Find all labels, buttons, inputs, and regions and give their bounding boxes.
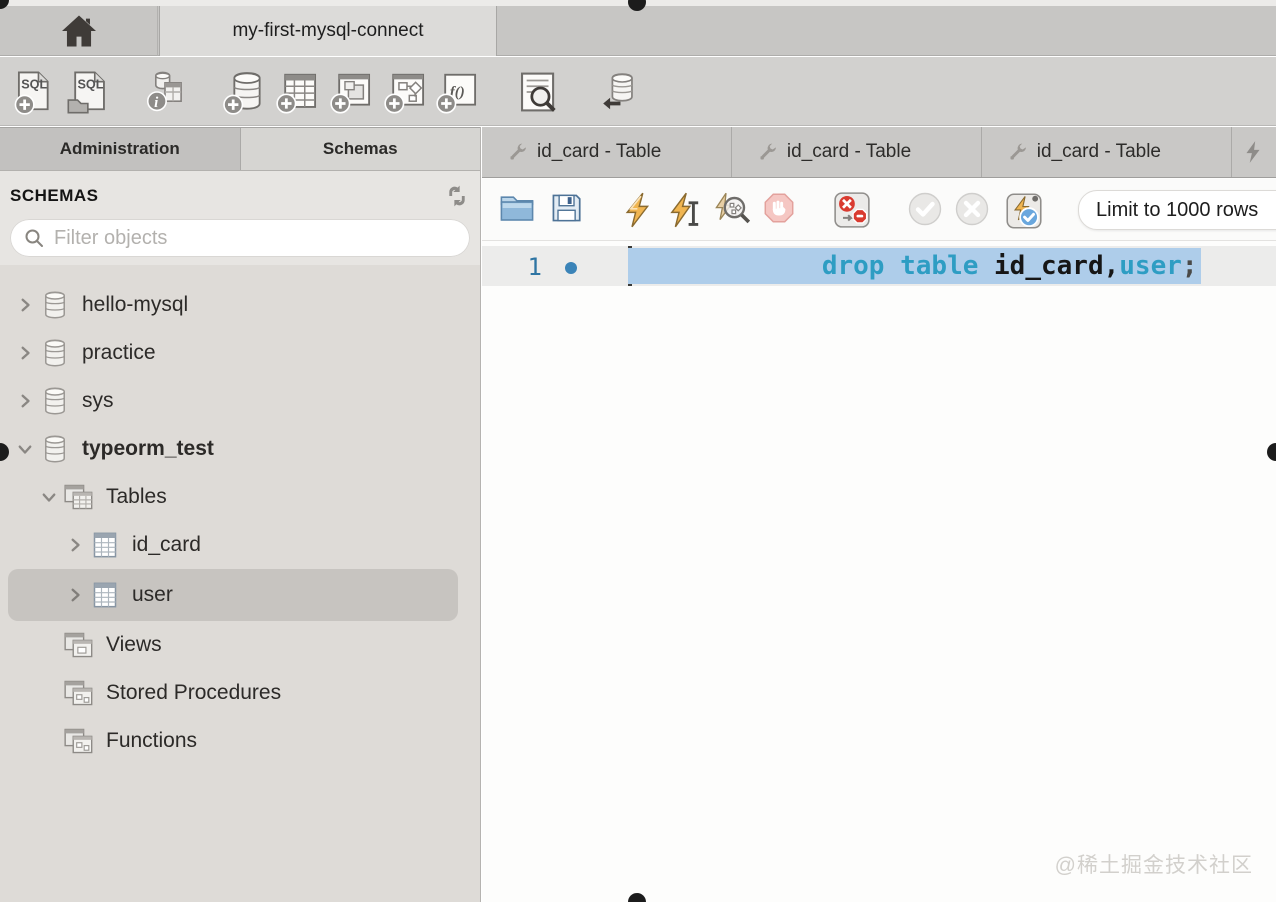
- table-icon: [88, 581, 122, 609]
- sql-punctuation: ;: [1181, 251, 1198, 281]
- connection-tab-my-first-mysql-connect[interactable]: my-first-mysql-connect: [159, 6, 497, 56]
- filter-objects-input[interactable]: [54, 226, 456, 250]
- stop-icon[interactable]: [763, 192, 795, 224]
- query-tab-label: id_card - Table: [1036, 141, 1161, 162]
- wrench-icon: [508, 142, 528, 162]
- open-sql-script-icon[interactable]: SQL: [66, 69, 112, 115]
- row-limit-label: Limit to 1000 rows: [1096, 198, 1259, 221]
- sql-keyword: user: [1119, 251, 1182, 281]
- wrench-icon: [758, 142, 778, 162]
- create-view-icon[interactable]: [330, 69, 376, 115]
- tree-item-label: Functions: [106, 729, 198, 752]
- watermark: @稀土掘金技术社区: [1054, 854, 1253, 877]
- sql-code-area[interactable]: 1 drop table id_card,user;: [482, 242, 1276, 902]
- tree-item-views[interactable]: Views: [0, 621, 480, 669]
- sidebar: Administration Schemas SCHEMAS hello: [0, 127, 481, 902]
- tree-item-stored-procedures[interactable]: Stored Procedures: [0, 669, 480, 717]
- tree-item-sys[interactable]: sys: [0, 377, 480, 425]
- save-icon[interactable]: [550, 192, 582, 224]
- new-sql-tab-icon[interactable]: SQL: [12, 69, 58, 115]
- sql-editor-area: id_card - Table id_card - Table id_card …: [482, 127, 1276, 902]
- tree-item-label: practice: [82, 341, 156, 364]
- tables-folder-icon: [62, 483, 96, 511]
- sql-keyword: drop table: [821, 251, 995, 281]
- query-tab-bar: id_card - Table id_card - Table id_card …: [482, 127, 1276, 178]
- views-folder-icon: [62, 631, 96, 659]
- refresh-icon[interactable]: [446, 185, 468, 207]
- create-table-icon[interactable]: [276, 69, 322, 115]
- schema-icon: [38, 434, 72, 464]
- sql-identifier: id_card,: [994, 251, 1120, 281]
- svg-text:SQL: SQL: [21, 78, 47, 92]
- create-procedure-icon[interactable]: [384, 69, 430, 115]
- query-tab-2[interactable]: id_card - Table: [732, 127, 982, 177]
- tab-schemas[interactable]: Schemas: [240, 128, 480, 170]
- inspector-icon[interactable]: i: [142, 69, 188, 115]
- tree-item-practice[interactable]: practice: [0, 329, 480, 377]
- tab-administration[interactable]: Administration: [0, 128, 241, 170]
- schema-icon: [38, 386, 72, 416]
- svg-text:SQL: SQL: [78, 78, 104, 92]
- tab-schemas-label: Schemas: [322, 139, 398, 158]
- bolt-icon: [1244, 140, 1262, 164]
- tree-item-label: Views: [106, 633, 162, 656]
- tree-item-label: id_card: [132, 533, 201, 556]
- main-toolbar: SQL SQL i f(): [0, 57, 1276, 126]
- search-data-icon[interactable]: [514, 69, 560, 115]
- tree-item-label: user: [132, 583, 173, 606]
- tab-administration-label: Administration: [59, 139, 180, 158]
- current-line-highlight: 1 drop table id_card,user;: [482, 246, 1276, 286]
- tree-item-typeorm-test[interactable]: typeorm_test: [0, 425, 480, 473]
- connection-tab-label: my-first-mysql-connect: [232, 20, 424, 41]
- statement-marker-dot: [565, 262, 577, 274]
- tree-item-label: typeorm_test: [82, 437, 214, 460]
- open-file-icon[interactable]: [499, 192, 535, 224]
- query-tab-1[interactable]: id_card - Table: [482, 127, 732, 177]
- tree-item-tables[interactable]: Tables: [0, 473, 480, 521]
- tree-item-label: sys: [82, 389, 114, 412]
- tree-item-label: hello-mysql: [82, 293, 189, 316]
- table-icon: [88, 531, 122, 559]
- schemas-panel-header: SCHEMAS: [0, 171, 480, 265]
- filter-objects-box: [10, 219, 470, 257]
- schema-icon: [38, 338, 72, 368]
- query-tab-label: id_card - Table: [537, 141, 662, 162]
- mysql-workbench-window: my-first-mysql-connect SQL SQL i f() Adm…: [0, 0, 1276, 902]
- create-function-icon[interactable]: f(): [436, 69, 482, 115]
- query-tab-4-partial[interactable]: [1232, 127, 1276, 177]
- chevron-right-icon[interactable]: [62, 538, 88, 552]
- tree-item-user[interactable]: user: [8, 569, 458, 621]
- chevron-right-icon[interactable]: [12, 394, 38, 408]
- sidebar-tab-bar: Administration Schemas: [0, 127, 480, 171]
- schema-tree: hello-mysql practice sys typeorm_test Ta: [0, 265, 480, 902]
- create-schema-icon[interactable]: [222, 69, 268, 115]
- reconnect-dbms-icon[interactable]: [594, 69, 640, 115]
- selected-text: drop table id_card,user;: [628, 248, 1201, 284]
- home-icon: [60, 14, 98, 48]
- chevron-down-icon[interactable]: [36, 490, 62, 504]
- procedures-folder-icon: [62, 679, 96, 707]
- home-tab[interactable]: [0, 6, 158, 56]
- tree-item-functions[interactable]: Functions: [0, 717, 480, 765]
- tree-item-id-card[interactable]: id_card: [0, 521, 480, 569]
- tree-item-hello-mysql[interactable]: hello-mysql: [0, 281, 480, 329]
- line-number: 1: [527, 253, 542, 281]
- search-icon: [24, 228, 44, 248]
- query-tab-label: id_card - Table: [786, 141, 912, 162]
- tree-item-label: Tables: [106, 485, 167, 508]
- schema-icon: [38, 290, 72, 320]
- tree-item-label: Stored Procedures: [106, 681, 282, 704]
- connection-tab-bar: my-first-mysql-connect: [0, 6, 1276, 56]
- chevron-right-icon[interactable]: [12, 346, 38, 360]
- chevron-right-icon[interactable]: [12, 298, 38, 312]
- query-tab-3[interactable]: id_card - Table: [982, 127, 1232, 177]
- wrench-icon: [1008, 142, 1028, 162]
- chevron-right-icon[interactable]: [62, 588, 88, 602]
- chevron-down-icon[interactable]: [12, 442, 38, 456]
- schemas-panel-title: SCHEMAS: [10, 186, 99, 205]
- functions-folder-icon: [62, 727, 96, 755]
